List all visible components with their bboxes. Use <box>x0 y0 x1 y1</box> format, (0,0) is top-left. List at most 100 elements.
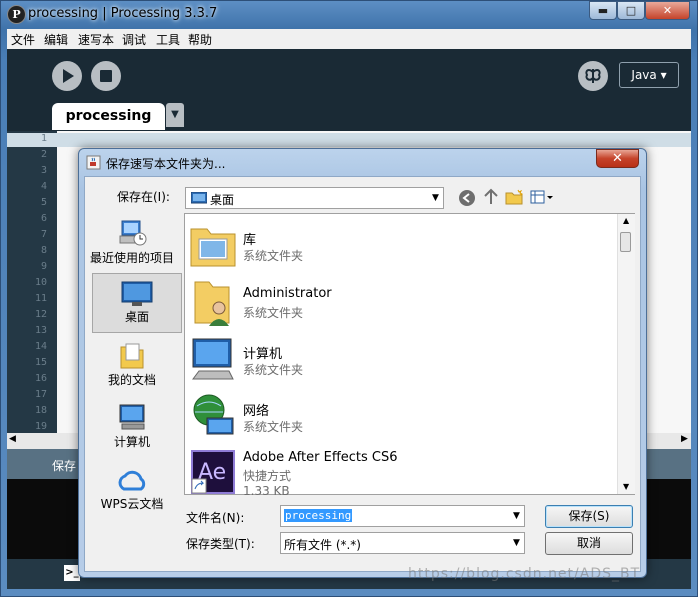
java-cup-icon <box>86 155 101 170</box>
line-number: 2 <box>40 149 47 160</box>
status-text: 保存 <box>52 459 77 473</box>
mode-selector[interactable]: Java ▾ <box>619 62 679 88</box>
menu-sketch[interactable]: 速写本 <box>78 31 114 48</box>
save-button[interactable]: 保存(S) <box>545 505 633 528</box>
chevron-down-icon: ▼ <box>513 511 520 521</box>
save-in-label: 保存在(I): <box>117 190 170 204</box>
line-number: 10 <box>34 277 47 288</box>
run-button[interactable] <box>52 61 82 91</box>
cloud-icon <box>118 470 146 491</box>
minimize-button[interactable]: ▬ <box>589 1 617 20</box>
scroll-thumb[interactable] <box>620 232 631 252</box>
line-number: 6 <box>40 213 47 224</box>
menu-debug[interactable]: 调试 <box>122 31 146 48</box>
line-number: 8 <box>40 245 47 256</box>
file-name: 计算机 <box>243 347 283 362</box>
menu-tools[interactable]: 工具 <box>156 31 180 48</box>
place-recent[interactable]: 最近使用的项目 <box>87 213 177 271</box>
scroll-right-icon[interactable]: ▶ <box>681 434 688 444</box>
processing-app-icon: P <box>7 5 26 24</box>
line-number: 13 <box>34 325 47 336</box>
line-number: 5 <box>40 197 47 208</box>
current-line-highlight <box>7 133 691 147</box>
place-documents[interactable]: 我的文档 <box>87 339 177 391</box>
butterfly-icon <box>585 69 601 83</box>
chevron-down-icon: ▼ <box>513 538 520 548</box>
back-icon[interactable] <box>458 189 476 207</box>
place-computer[interactable]: 计算机 <box>87 403 177 455</box>
dialog-title: 保存速写本文件夹为... <box>106 157 226 171</box>
maximize-button[interactable]: □ <box>617 1 645 20</box>
file-size: 1.33 KB <box>243 484 290 495</box>
place-wps-cloud[interactable]: WPS云文档 <box>87 465 177 517</box>
close-button[interactable]: ✕ <box>645 1 690 20</box>
line-number: 12 <box>34 309 47 320</box>
after-effects-icon: Ae <box>191 450 235 494</box>
documents-icon <box>120 343 144 369</box>
file-name: 网络 <box>243 404 270 419</box>
desktop-icon <box>121 281 153 306</box>
line-number: 11 <box>34 293 47 304</box>
filetype-value: 所有文件 (*.*) <box>284 538 361 552</box>
file-type: 系统文件夹 <box>243 306 304 320</box>
stop-button[interactable] <box>91 61 121 91</box>
file-name: Adobe After Effects CS6 <box>243 450 398 465</box>
line-number: 15 <box>34 357 47 368</box>
file-type: 系统文件夹 <box>243 363 304 377</box>
filetype-label: 保存类型(T): <box>186 537 255 551</box>
menu-help[interactable]: 帮助 <box>188 31 212 48</box>
user-folder-icon <box>194 281 230 326</box>
menu-edit[interactable]: 编辑 <box>44 31 68 48</box>
cancel-button[interactable]: 取消 <box>545 532 633 555</box>
menu-bar: 文件 编辑 速写本 调试 工具 帮助 <box>7 29 691 49</box>
file-item[interactable]: Ae Adobe After Effects CS6 快捷方式 1.33 KB <box>189 449 614 495</box>
computer-icon <box>119 404 145 430</box>
save-in-combo[interactable]: 桌面 ▼ <box>185 187 444 209</box>
line-number: 17 <box>34 389 47 400</box>
file-type: 快捷方式 <box>243 469 292 483</box>
filetype-select[interactable]: 所有文件 (*.*) ▼ <box>280 532 525 554</box>
line-number: 9 <box>40 261 47 272</box>
scroll-left-icon[interactable]: ◀ <box>9 434 16 444</box>
up-folder-icon[interactable] <box>483 188 499 206</box>
line-number: 19 <box>34 421 47 432</box>
line-number: 4 <box>40 181 47 192</box>
places-bar: 最近使用的项目 桌面 我的文档 计算机 WPS云文档 <box>87 213 182 568</box>
new-folder-icon[interactable] <box>505 189 523 205</box>
file-name: 库 <box>243 233 257 248</box>
save-in-value: 桌面 <box>210 193 235 207</box>
debug-button[interactable] <box>578 61 608 91</box>
scroll-down-icon[interactable]: ▼ <box>623 482 629 491</box>
menu-file[interactable]: 文件 <box>11 31 35 48</box>
network-icon <box>193 394 234 435</box>
tab-processing[interactable]: processing <box>52 103 165 130</box>
place-label: WPS云文档 <box>100 497 164 511</box>
filename-value: processing <box>284 509 353 522</box>
window-title: processing | Processing 3.3.7 <box>28 6 218 21</box>
tab-menu-button[interactable]: ▼ <box>166 103 184 127</box>
stop-icon <box>100 70 112 82</box>
place-desktop[interactable]: 桌面 <box>92 273 182 333</box>
file-type: 系统文件夹 <box>243 249 304 263</box>
recent-icon <box>119 220 147 246</box>
view-menu-icon[interactable] <box>530 190 554 205</box>
line-number: 7 <box>40 229 47 240</box>
line-number: 18 <box>34 405 47 416</box>
dialog-close-button[interactable]: ✕ <box>596 149 639 168</box>
line-number: 16 <box>34 373 47 384</box>
file-list-scrollbar[interactable]: ▲ ▼ <box>617 214 635 494</box>
filename-input[interactable]: processing ▼ <box>280 505 525 527</box>
line-number: 1 <box>40 133 47 144</box>
place-label: 最近使用的项目 <box>89 251 174 265</box>
desktop-small-icon <box>191 192 207 204</box>
watermark-text: https://blog.csdn.net/ADS_BT <box>408 566 641 582</box>
chevron-down-icon: ▼ <box>432 193 439 203</box>
place-label: 我的文档 <box>107 373 156 387</box>
library-folder-icon <box>190 228 236 267</box>
file-type: 系统文件夹 <box>243 420 304 434</box>
computer-icon <box>192 338 234 380</box>
file-name: Administrator <box>243 286 332 301</box>
place-label: 计算机 <box>113 435 150 449</box>
line-number: 3 <box>40 165 47 176</box>
scroll-up-icon[interactable]: ▲ <box>623 216 629 225</box>
